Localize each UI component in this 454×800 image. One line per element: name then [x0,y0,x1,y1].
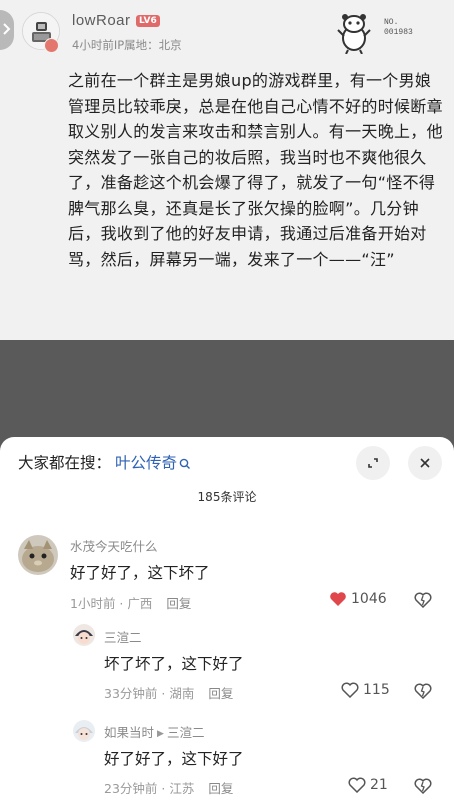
expand-button[interactable] [356,446,390,480]
expand-icon [368,458,378,468]
sticker-number: NO. 001983 [384,18,413,37]
side-drawer-tab[interactable] [0,10,14,50]
commenter-avatar[interactable] [73,720,95,742]
anime-avatar-icon [73,720,95,742]
comment-location: 江苏 [169,781,195,796]
comment-text: 好了好了，这下好了 [104,750,244,768]
bear-sticker-icon [337,14,371,54]
cat-avatar-icon [18,535,58,575]
commenter-avatar[interactable] [73,624,95,646]
close-icon [420,458,430,468]
reply-button[interactable]: 回复 [166,596,191,611]
reply-button[interactable]: 回复 [208,686,233,701]
post-meta: 4小时前IP属地：北京 [72,37,182,53]
heart-filled-icon [330,592,346,606]
reply-button[interactable]: 回复 [208,781,233,796]
comment-sheet: 大家都在搜： 叶公传奇 185条评论 水茂今天吃什么 好了好了，这下坏了 1小时前… [0,437,454,800]
comment-meta: 23分钟前 · 江苏 回复 [104,781,234,796]
comment-meta: 1小时前 · 广西 回复 [70,596,192,611]
anime-avatar-icon [73,624,95,646]
dislike-icon[interactable] [414,778,432,794]
post-ip-location: IP属地：北京 [113,38,182,52]
comment-meta: 33分钟前 · 湖南 回复 [104,686,234,701]
like-button[interactable]: 1046 [329,591,387,607]
comment-count: 185条评论 [197,490,257,504]
search-prefix: 大家都在搜： [18,454,112,472]
post-time: 4小时前 [72,38,114,52]
heart-outline-icon [348,777,366,793]
close-button[interactable] [408,446,442,480]
heart-outline-icon [341,682,359,698]
comment-time: 1小时前 [70,596,116,611]
author-badge-icon [44,38,59,53]
search-icon[interactable] [179,458,191,470]
reply-target[interactable]: 三渲二 [167,725,205,740]
like-count: 1046 [351,591,387,607]
comment-location: 广西 [127,596,153,611]
post-card: lowRoar LV6 4小时前IP属地：北京 NO. 001983 之前在一个… [0,0,454,340]
author-name[interactable]: lowRoar [72,12,131,29]
commenter-avatar[interactable] [18,535,58,575]
dislike-icon[interactable] [414,592,432,608]
reply-arrow-icon: ▶ [157,729,164,739]
search-link[interactable]: 叶公传奇 [115,454,177,472]
commenter-name[interactable]: 三渲二 [104,627,142,646]
comment-time: 23分钟前 [104,781,158,796]
dislike-icon[interactable] [414,683,432,699]
like-button[interactable]: 115 [341,682,390,698]
commenter-name[interactable]: 水茂今天吃什么 [70,536,158,555]
post-body: 之前在一个群主是男娘up的游戏群里，有一个男娘管理员比较乖戾，总是在他自己心情不… [68,71,443,269]
trending-search: 大家都在搜： 叶公传奇 [18,451,191,473]
like-button[interactable]: 21 [348,777,388,793]
commenter-name: 如果当时 ▶ 三渲二 [104,722,204,741]
chevron-right-icon [3,23,11,35]
comment-location: 湖南 [169,686,195,701]
level-badge: LV6 [136,15,160,27]
reply-author[interactable]: 如果当时 [104,725,154,740]
like-count: 115 [363,682,390,698]
comment-time: 33分钟前 [104,686,158,701]
comment-text: 好了好了，这下坏了 [70,564,210,582]
comment-text: 坏了坏了，这下好了 [104,655,244,673]
like-count: 21 [370,777,388,793]
